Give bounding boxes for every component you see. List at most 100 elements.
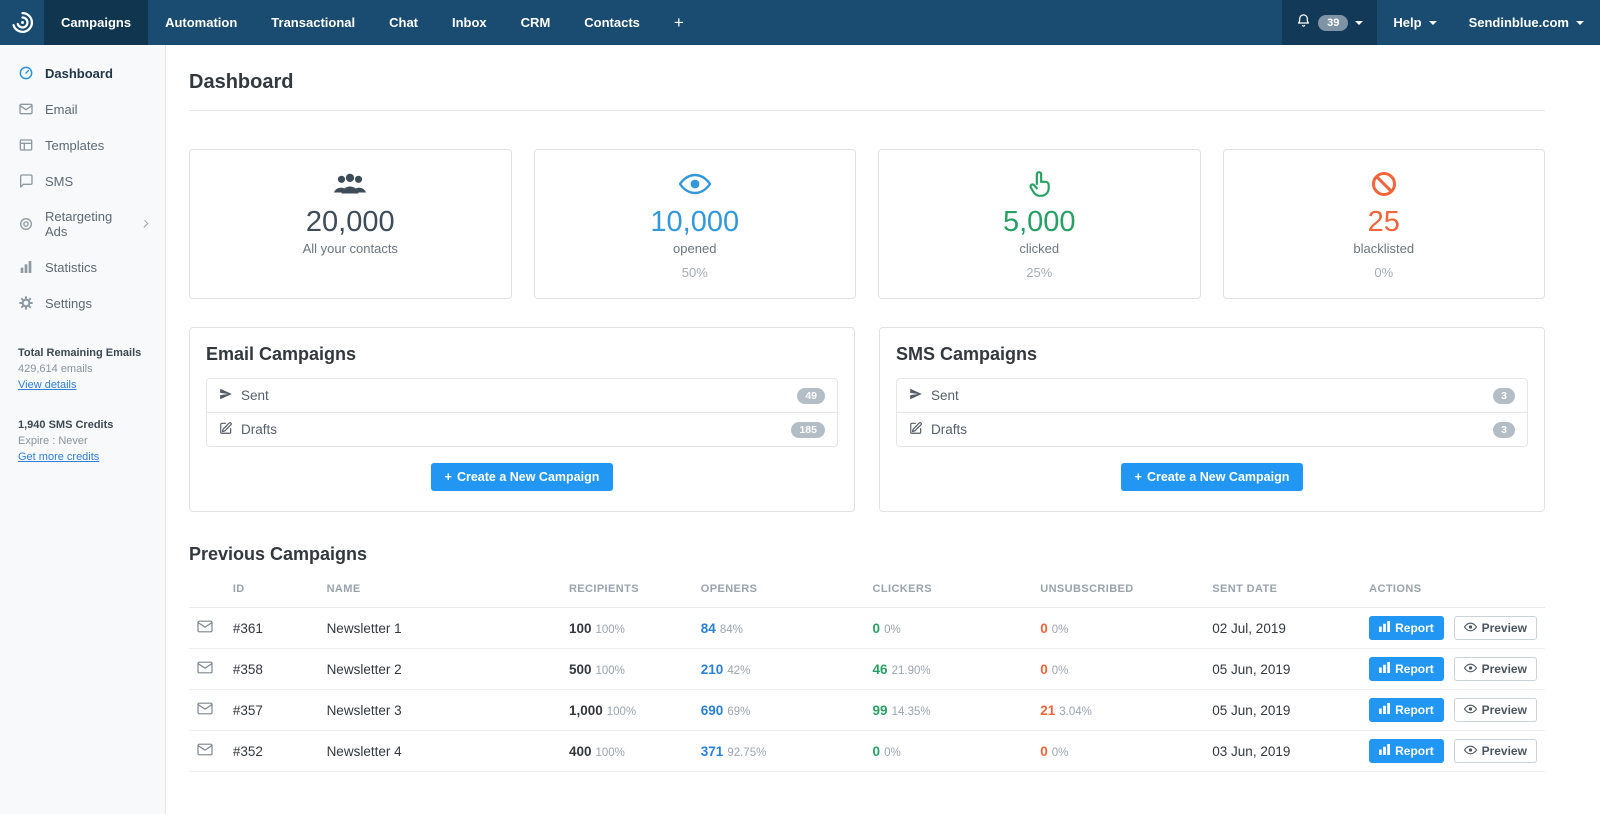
campaign-name[interactable]: Newsletter 4 [318, 730, 561, 772]
openers-pct: 69% [727, 705, 751, 718]
sent-date: 03 Jun, 2019 [1204, 730, 1362, 772]
sendinblue-logo-icon[interactable] [0, 0, 44, 45]
create-email-campaign-button[interactable]: Create a New Campaign [430, 463, 614, 491]
sms-drafts-row[interactable]: Drafts 3 [897, 412, 1527, 446]
drafts-count-badge: 185 [791, 421, 825, 438]
caret-down-icon [1428, 20, 1437, 25]
envelope-icon [197, 743, 213, 759]
sms-campaigns-title: SMS Campaigns [896, 344, 1038, 364]
nav-item-chat[interactable]: Chat [372, 0, 435, 45]
campaign-name[interactable]: Newsletter 2 [318, 648, 561, 690]
preview-button[interactable]: Preview [1453, 698, 1537, 722]
main-content: Dashboard 20,000 All your contacts 10,00… [166, 45, 1600, 814]
sidebar-item-templates[interactable]: Templates [0, 127, 165, 163]
nav-item-inbox[interactable]: Inbox [435, 0, 504, 45]
nav-item-campaigns[interactable]: Campaigns [44, 0, 149, 45]
preview-button[interactable]: Preview [1453, 657, 1537, 681]
contacts-group-icon [333, 169, 367, 199]
unsubscribed-pct: 0% [1051, 746, 1069, 759]
sidebar-item-label: Email [45, 101, 78, 117]
campaign-row: #357 Newsletter 3 1,000 100% 690 69% 99 14.… [189, 689, 1545, 731]
column-header-recipients: RECIPIENTS [560, 571, 693, 608]
openers-pct: 84% [719, 623, 743, 636]
nav-item-automation[interactable]: Automation [148, 0, 254, 45]
clickers-value: 0 [872, 743, 881, 759]
stat-value: 10,000 [650, 205, 740, 238]
preview-eye-icon [1463, 703, 1477, 717]
email-sent-row[interactable]: Sent 49 [207, 379, 837, 412]
report-button[interactable]: Report [1369, 698, 1444, 722]
notifications-button[interactable]: 39 [1282, 0, 1378, 45]
templates-layout-icon [18, 137, 34, 153]
preview-button[interactable]: Preview [1453, 739, 1537, 763]
stat-card-opened: 10,000 opened 50% [533, 149, 856, 299]
preview-button[interactable]: Preview [1453, 616, 1537, 640]
unsubscribed-value: 21 [1040, 702, 1056, 718]
sidebar-item-statistics[interactable]: Statistics [0, 249, 165, 285]
email-campaigns-panel: Email Campaigns Sent 49 Drafts 185 + Cre… [189, 327, 855, 512]
clickers-value: 99 [872, 702, 888, 718]
email-drafts-row[interactable]: Drafts 185 [207, 412, 837, 446]
top-navbar: Campaigns Automation Transactional Chat … [0, 0, 1600, 45]
recipients-value: 500 [568, 661, 592, 677]
get-more-credits-link[interactable]: Get more credits [18, 451, 99, 463]
stat-label: clicked [1019, 240, 1060, 256]
report-button[interactable]: Report [1369, 739, 1444, 763]
campaign-name[interactable]: Newsletter 1 [318, 607, 561, 649]
stat-card-blacklisted: 25 blacklisted 0% [1222, 149, 1545, 299]
envelope-icon [197, 702, 213, 718]
stat-value: 25 [1367, 205, 1400, 238]
sidebar-item-dashboard[interactable]: Dashboard [0, 55, 165, 91]
clickers-value: 46 [872, 661, 888, 677]
campaign-name[interactable]: Newsletter 3 [318, 689, 561, 731]
sms-credits-expiry: Expire : Never [18, 435, 88, 447]
chevron-right-icon [140, 220, 149, 228]
title-divider [189, 110, 1545, 111]
report-button[interactable]: Report [1369, 657, 1444, 681]
sms-campaigns-list: Sent 3 Drafts 3 [896, 378, 1528, 447]
sidebar-item-settings[interactable]: Settings [0, 285, 165, 321]
gear-icon [18, 295, 34, 311]
nav-add-app-button[interactable]: + [657, 0, 701, 45]
caret-down-icon [1355, 20, 1364, 25]
view-details-link[interactable]: View details [18, 379, 77, 391]
column-header-openers: OPENERS [692, 571, 865, 608]
report-chart-icon [1379, 744, 1391, 758]
sidebar-item-retargeting-ads[interactable]: Retargeting Ads [0, 199, 165, 249]
remaining-emails-section: Total Remaining Emails 429,614 emails Vi… [0, 347, 165, 393]
sidebar-item-sms[interactable]: SMS [0, 163, 165, 199]
sent-count-badge: 49 [797, 387, 825, 404]
openers-value: 690 [700, 702, 724, 718]
stat-card-contacts: 20,000 All your contacts [189, 149, 512, 299]
nav-item-crm[interactable]: CRM [504, 0, 568, 45]
sent-label: Sent [931, 388, 959, 403]
openers-value: 84 [700, 620, 716, 636]
account-menu[interactable]: Sendinblue.com [1453, 0, 1600, 45]
help-menu[interactable]: Help [1377, 0, 1452, 45]
caret-down-icon [1576, 20, 1584, 25]
nav-item-contacts[interactable]: Contacts [567, 0, 657, 45]
recipients-value: 400 [568, 743, 592, 759]
clickers-pct: 21.90% [891, 664, 931, 677]
sidebar-item-label: Statistics [45, 259, 98, 275]
sms-sent-row[interactable]: Sent 3 [897, 379, 1527, 412]
campaign-id: #357 [224, 689, 319, 731]
create-sms-campaign-button[interactable]: Create a New Campaign [1120, 463, 1304, 491]
primary-nav: Campaigns Automation Transactional Chat … [44, 0, 701, 45]
nav-item-transactional[interactable]: Transactional [254, 0, 372, 45]
previous-campaigns-title: Previous Campaigns [189, 544, 368, 564]
sidebar-item-email[interactable]: Email [0, 91, 165, 127]
report-button[interactable]: Report [1369, 616, 1444, 640]
sms-campaigns-panel: SMS Campaigns Sent 3 Drafts 3 + Create a… [879, 327, 1545, 512]
envelope-icon [197, 620, 213, 636]
paper-plane-icon [219, 387, 233, 404]
unsubscribed-value: 0 [1040, 743, 1048, 759]
help-menu-label: Help [1393, 15, 1422, 30]
account-menu-label: Sendinblue.com [1468, 15, 1569, 30]
clickers-pct: 14.35% [891, 705, 931, 718]
report-chart-icon [1379, 703, 1391, 717]
campaign-id: #361 [224, 607, 319, 649]
bar-chart-icon [18, 259, 34, 275]
page-title: Dashboard [189, 71, 294, 93]
drafts-label: Drafts [931, 422, 968, 437]
